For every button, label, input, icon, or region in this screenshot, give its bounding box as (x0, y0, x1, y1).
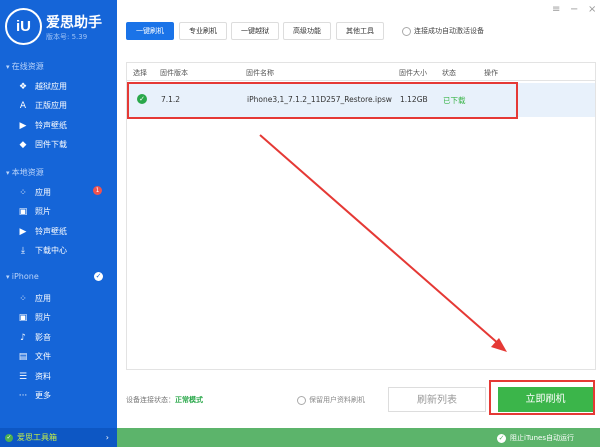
check-icon: ✓ (497, 433, 506, 443)
status-value: 正常模式 (175, 396, 203, 404)
radio-icon (297, 395, 306, 405)
highlight-box (489, 380, 595, 415)
status-label: 设备连接状态： (126, 396, 175, 404)
device-status: 设备连接状态：正常模式 (126, 395, 203, 405)
status-bar: ✓ 阻止iTunes自动运行 (117, 428, 600, 447)
block-itunes-label: 阻止iTunes自动运行 (510, 434, 574, 442)
keep-data-label: 保留用户资料刷机 (309, 396, 365, 404)
refresh-list-button[interactable]: 刷新列表 (388, 387, 486, 412)
keep-data-option[interactable]: 保留用户资料刷机 (297, 395, 365, 405)
block-itunes-option[interactable]: ✓ 阻止iTunes自动运行 (497, 433, 574, 443)
